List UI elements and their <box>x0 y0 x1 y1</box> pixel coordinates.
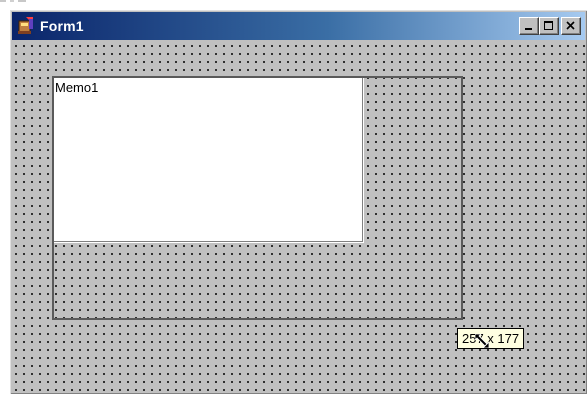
maximize-button[interactable] <box>539 17 559 35</box>
title-bar[interactable]: Form1 <box>12 12 585 40</box>
title-buttons <box>519 17 581 35</box>
close-icon <box>566 21 575 30</box>
form-design-surface[interactable]: Memo1 257 x 177 <box>12 40 585 392</box>
form-window[interactable]: Form1 Memo1 257 x 177 <box>10 10 587 394</box>
maximize-icon <box>544 21 553 30</box>
memo-text: Memo1 <box>55 80 99 95</box>
size-hint-tooltip: 257 x 177 <box>457 328 525 349</box>
close-button[interactable] <box>561 17 581 35</box>
minimize-icon <box>525 28 532 30</box>
resize-diagonal-cursor-icon <box>475 334 489 348</box>
screen-corner-artifact <box>0 0 26 2</box>
minimize-button[interactable] <box>519 17 539 35</box>
application-icon[interactable] <box>16 16 36 36</box>
window-title: Form1 <box>40 18 84 34</box>
memo-component[interactable]: Memo1 <box>52 76 363 242</box>
